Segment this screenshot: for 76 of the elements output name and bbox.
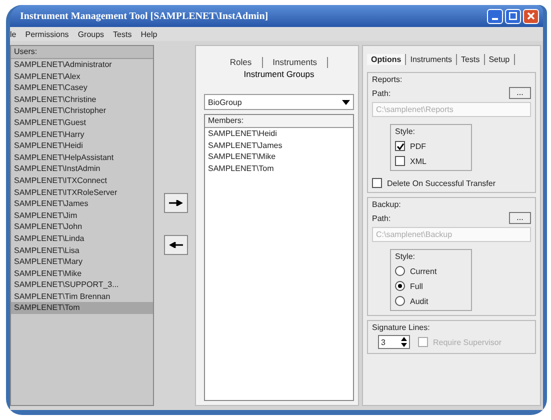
list-item[interactable]: SAMPLENET\InstAdmin — [11, 163, 153, 175]
radio-label: Audit — [410, 296, 428, 306]
right-arrow-icon — [168, 200, 182, 206]
tab[interactable]: Instruments — [406, 54, 458, 64]
add-button[interactable] — [164, 193, 188, 213]
list-item[interactable]: SAMPLENET\Christine — [11, 94, 153, 106]
signature-spinner[interactable]: 3 — [378, 335, 410, 349]
close-icon — [527, 12, 535, 20]
menu-item[interactable]: le — [10, 30, 16, 38]
spinner-arrows-icon — [401, 337, 407, 347]
group-label: Signature Lines: — [372, 323, 430, 332]
list-item[interactable]: SAMPLENET\Lisa — [11, 244, 153, 256]
menu-item[interactable]: Permissions — [25, 30, 69, 38]
checkbox-label: PDF — [410, 142, 426, 150]
list-item[interactable]: SAMPLENET\Heidi — [205, 128, 353, 140]
column-header: Users: — [11, 46, 153, 59]
tab[interactable]: Options — [367, 54, 406, 64]
radio-button[interactable] — [395, 266, 405, 276]
menu-item[interactable]: Help — [140, 30, 158, 38]
maximize-button[interactable] — [505, 8, 521, 24]
browse-button[interactable]: ... — [509, 87, 531, 99]
group-label: Style: — [395, 252, 416, 261]
radio-label: Current — [410, 266, 437, 276]
path-label: Path: — [372, 88, 391, 98]
list-item[interactable]: SAMPLENET\Tim Brennan — [11, 290, 153, 302]
menu-item[interactable]: Tests — [113, 30, 132, 38]
list-item[interactable]: SAMPLENET\Casey — [11, 82, 153, 94]
group-label: Style: — [395, 127, 416, 136]
list-item[interactable]: SAMPLENET\ITXConnect — [11, 174, 153, 187]
checkbox-label: Require Supervisor — [433, 338, 502, 346]
column-header: Members: — [205, 115, 353, 128]
list-item[interactable]: SAMPLENET\Heidi — [11, 140, 153, 152]
list-item[interactable]: SAMPLENET\James — [11, 198, 153, 210]
checkbox-label: XML — [410, 156, 426, 166]
list-item[interactable]: SAMPLENET\Tom — [205, 162, 353, 174]
tab[interactable]: Instruments — [272, 57, 318, 67]
tab[interactable]: Tests — [457, 54, 485, 64]
list-item[interactable]: SAMPLENET\Christopher — [11, 105, 153, 117]
list-item[interactable]: SAMPLENET\Harry — [11, 128, 153, 140]
path-label: Path: — [372, 214, 391, 222]
list-item[interactable]: SAMPLENET\Mary — [11, 256, 153, 268]
list-item[interactable]: SAMPLENET\Alex — [11, 70, 153, 82]
group-label: Reports: — [372, 75, 402, 84]
radio-button[interactable] — [395, 281, 405, 291]
checkbox[interactable] — [395, 141, 405, 151]
left-arrow-icon — [168, 242, 182, 248]
list-item[interactable]: SAMPLENET\SUPPORT_3... — [11, 279, 153, 291]
list-item[interactable]: SAMPLENET\HelpAssistant — [11, 152, 153, 164]
checkbox-label: Delete On Successful Transfer — [387, 178, 496, 188]
browse-button[interactable]: ... — [509, 212, 531, 224]
menu-item[interactable]: Groups — [78, 30, 104, 38]
group-dropdown[interactable]: BioGroup — [204, 94, 354, 110]
remove-button[interactable] — [164, 235, 188, 255]
checkbox[interactable] — [372, 178, 382, 188]
list-item[interactable]: SAMPLENET\Linda — [11, 232, 153, 244]
tab[interactable]: Roles — [230, 57, 252, 67]
minimize-button[interactable] — [487, 8, 503, 24]
maximize-icon — [509, 12, 517, 20]
dropdown-arrow-icon — [342, 100, 350, 104]
list-item[interactable]: SAMPLENET\Mike — [11, 268, 153, 280]
list-item[interactable]: SAMPLENET\Mike — [205, 151, 353, 163]
radio-button[interactable] — [395, 296, 405, 306]
list-item[interactable]: SAMPLENET\Guest — [11, 116, 153, 129]
tab[interactable]: Setup — [484, 54, 515, 64]
radio-label: Full — [410, 282, 423, 290]
list-item[interactable]: SAMPLENET\Jim — [11, 210, 153, 222]
list-item[interactable]: SAMPLENET\John — [11, 221, 153, 233]
tab[interactable]: Instrument Groups — [244, 69, 314, 79]
close-button[interactable] — [523, 8, 539, 24]
list-item[interactable]: SAMPLENET\Tom — [11, 302, 153, 314]
list-item[interactable]: SAMPLENET\Administrator — [11, 59, 153, 71]
window-title: Instrument Management Tool [SAMPLENET\InstAdmin] — [20, 10, 268, 22]
list-item[interactable]: SAMPLENET\James — [205, 140, 353, 152]
checkbox[interactable] — [395, 156, 405, 166]
group-label: Backup: — [372, 200, 401, 209]
list-item[interactable]: SAMPLENET\ITXRoleServer — [11, 186, 153, 198]
